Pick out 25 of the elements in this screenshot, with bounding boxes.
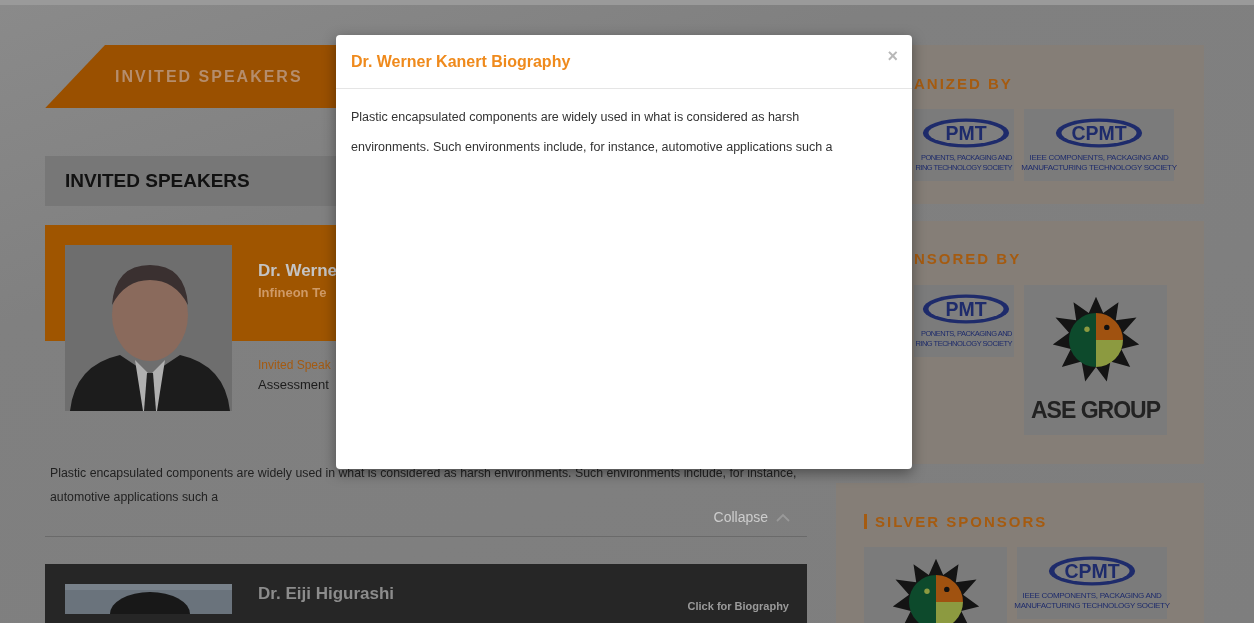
cpmt-logo-icon: CPMT [1046,555,1138,587]
biography-link[interactable]: Click for Biography [687,600,789,612]
cpmt-logo-icon: CPMT [1053,117,1145,149]
logo-caption: MANUFACTURING TECHNOLOGY SOCIETY [1014,601,1170,611]
logo-caption: IEEE COMPONENTS, PACKAGING AND [1029,153,1169,163]
speaker-affiliation: Infineon Te [258,285,328,300]
speaker-name: Dr. Werne [258,261,336,281]
speaker-name: Dr. Eiji Higurashi [258,584,395,604]
panel-title: ANIZED BY [914,74,1013,92]
collapse-button[interactable]: Collapse [713,509,790,525]
cpmt-logo-icon: PMT [920,117,1012,149]
section-banner: INVITED SPEAKERS [45,45,336,109]
logo-caption: IEEE COMPONENTS, PACKAGING AND [1022,591,1162,601]
logo-wordmark: ASE GROUP [1031,396,1160,424]
chevron-up-icon [776,512,790,522]
sun-logo-icon [890,557,981,623]
dialog-title: Dr. Werner Kanert Biography [351,52,571,71]
logo-caption: MANUFACTURING TECHNOLOGY SOCIETY [1021,163,1177,173]
panel-title: SILVER SPONSORS [875,512,1048,530]
speaker-role: Invited Speak [258,358,332,372]
panel-title: NSORED BY [914,250,1022,267]
talk-title: Assessment [258,377,330,392]
cpmt-logo-icon: PMT [920,292,1012,325]
close-button[interactable]: × [887,46,898,67]
dialog-text: Plastic encapsulated components are widely used in what is considered as harsh environments. Such environments include, for instance, automotive applications such a [351,109,834,156]
